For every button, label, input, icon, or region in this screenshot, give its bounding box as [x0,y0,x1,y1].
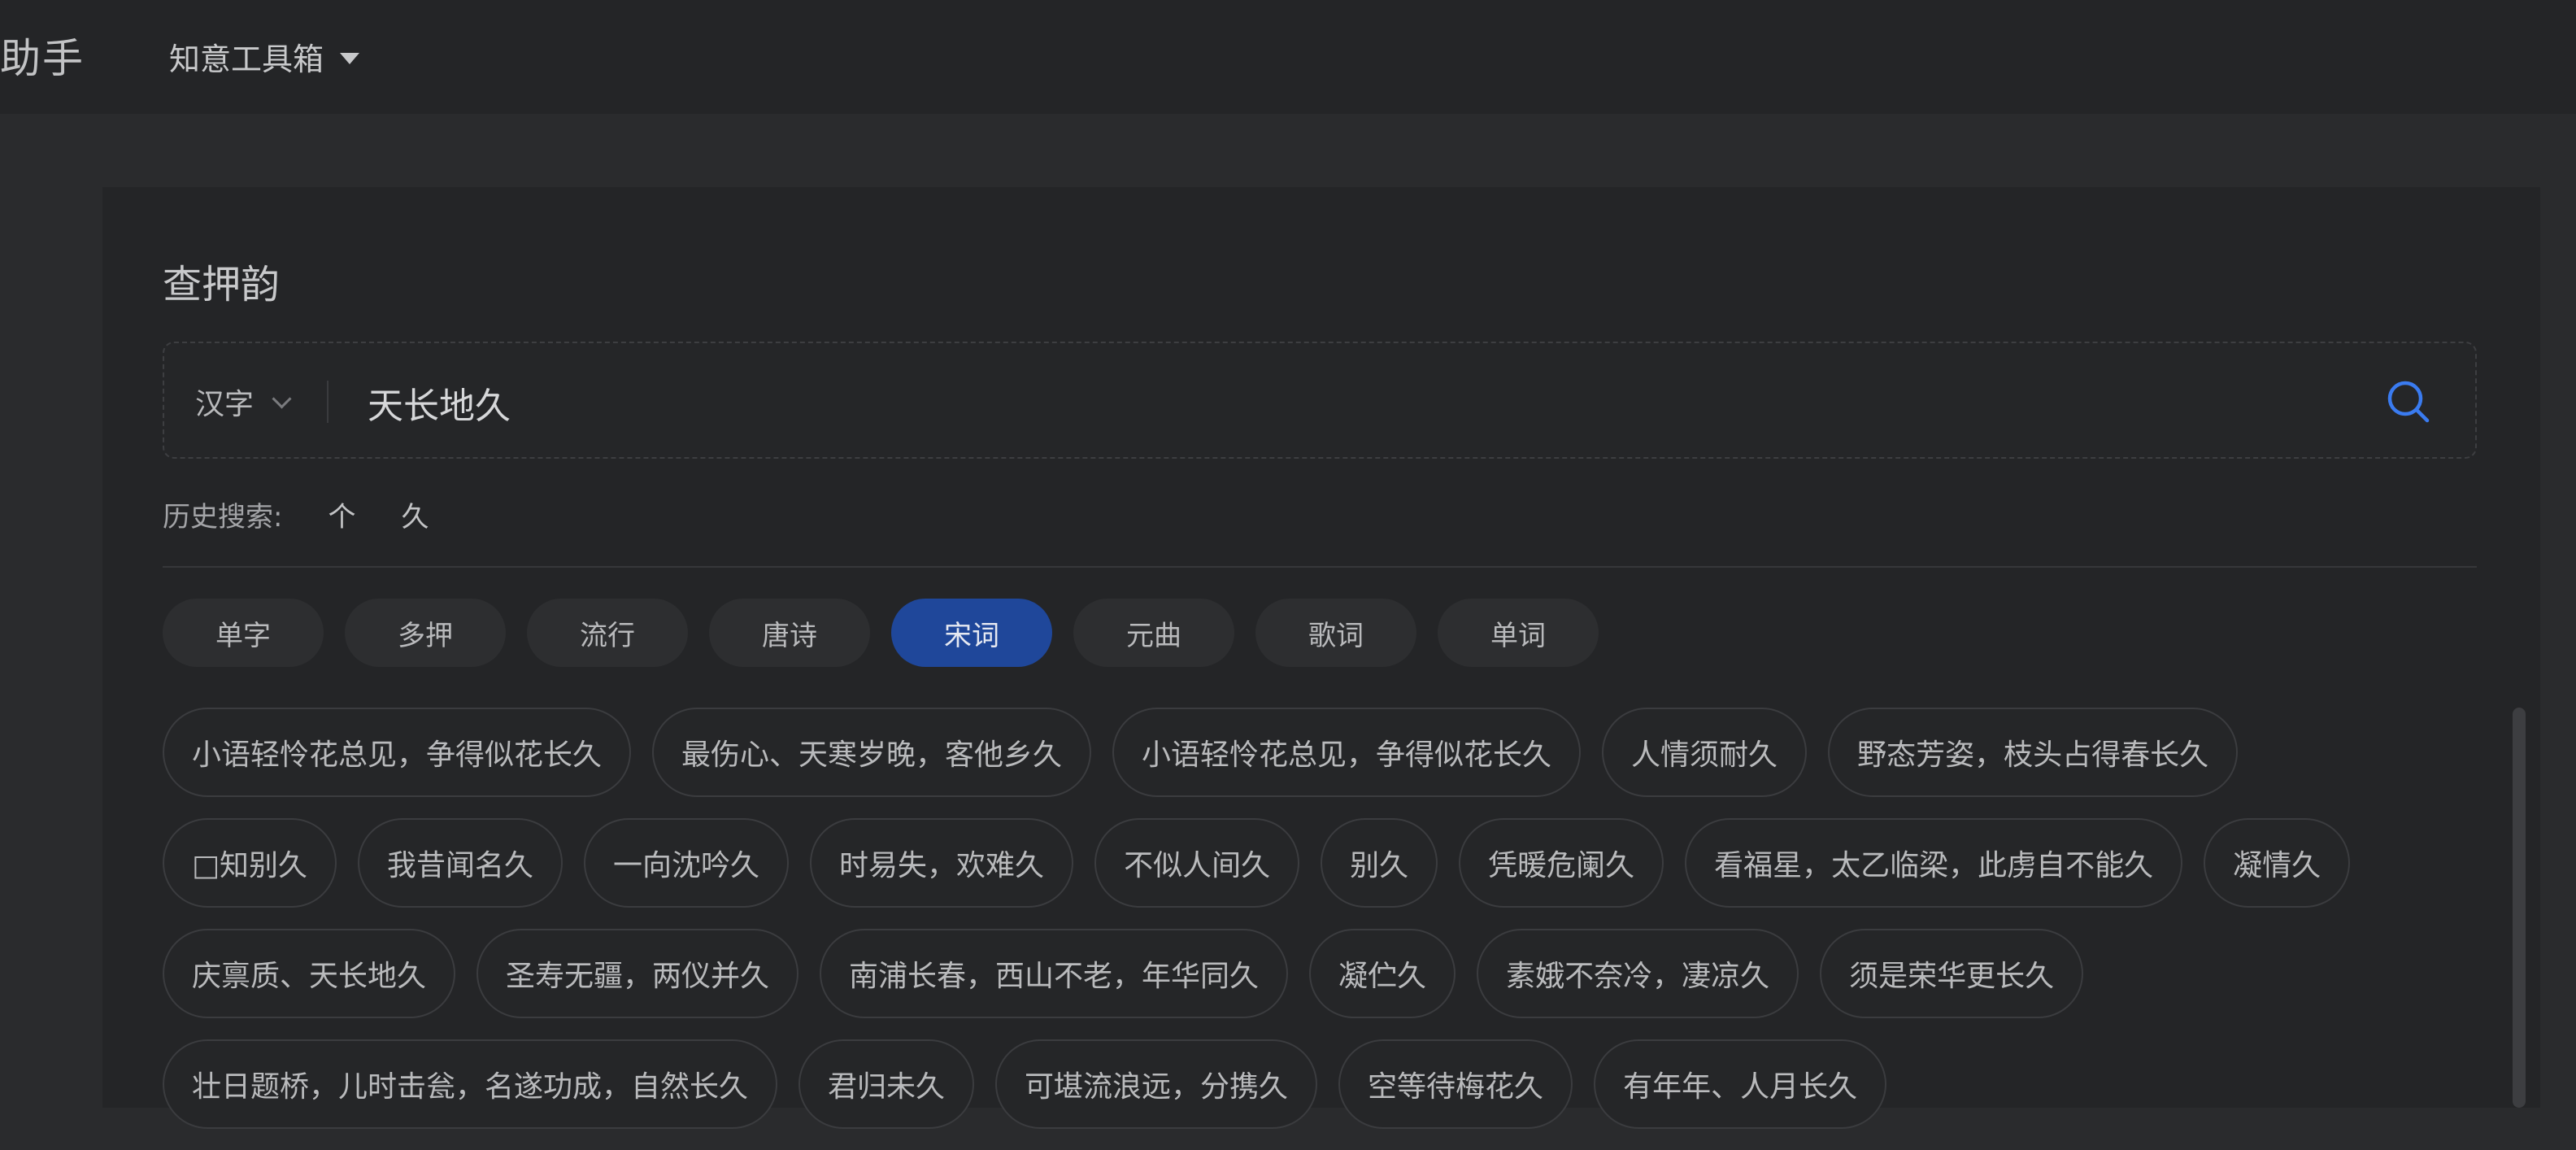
chevron-down-icon [272,388,292,409]
result-chip[interactable]: □知别久 [163,818,337,908]
result-chip[interactable]: 素娥不奈冷，凄凉久 [1477,929,1799,1018]
result-chip[interactable]: 可堪流浪远，分携久 [995,1039,1318,1129]
search-box: 汉字 [163,342,2477,459]
result-chip[interactable]: 凝伫久 [1309,929,1456,1018]
result-chip[interactable]: 人情须耐久 [1602,708,1808,797]
result-chip[interactable]: 南浦长春，西山不老，年华同久 [820,929,1289,1018]
rhyme-panel: 查押韵 汉字 历史搜索: 个 久 单字 多押 流行 唐诗 宋词 元曲 歌词 单词 [102,187,2540,1129]
results-list: 小语轻怜花总见，争得似花长久 最伤心、天寒岁晚，客他乡久 小语轻怜花总见，争得似… [163,708,2439,1150]
results-row: 小语轻怜花总见，争得似花长久 最伤心、天寒岁晚，客他乡久 小语轻怜花总见，争得似… [163,708,2439,797]
result-chip[interactable]: 最伤心、天寒岁晚，客他乡久 [652,708,1092,797]
tab-tang-poetry[interactable]: 唐诗 [709,599,870,667]
results-row: □知别久 我昔闻名久 一向沈吟久 时易失，欢难久 不似人间久 别久 凭暖危阑久 … [163,818,2439,908]
search-input[interactable] [366,368,2321,438]
brand-title: 助手 [0,35,85,82]
tab-single-char[interactable]: 单字 [163,599,324,667]
result-chip[interactable]: 时易失，欢难久 [810,818,1074,908]
search-icon[interactable] [2386,379,2431,425]
toolbox-menu-label: 知意工具箱 [169,41,324,77]
tab-song-ci[interactable]: 宋词 [891,599,1052,667]
tab-words[interactable]: 单词 [1438,599,1599,667]
result-chip[interactable]: 有年年、人月长久 [1594,1039,1887,1129]
result-chip[interactable]: 我昔闻名久 [358,818,564,908]
result-chip[interactable]: 一向沈吟久 [584,818,790,908]
tab-popular[interactable]: 流行 [527,599,688,667]
tab-yuan-qu[interactable]: 元曲 [1073,599,1234,667]
tab-multi-rhyme[interactable]: 多押 [345,599,506,667]
history-item[interactable]: 个 [328,494,355,534]
result-chip[interactable]: 君归未久 [798,1039,975,1129]
page-title: 查押韵 [163,262,281,307]
category-tabs: 单字 多押 流行 唐诗 宋词 元曲 歌词 单词 [163,599,1620,667]
result-chip[interactable]: 不似人间久 [1094,818,1300,908]
result-chip[interactable]: 野态芳姿，枝头占得春长久 [1828,708,2239,797]
results-row: 庆禀质、天长地久 圣寿无疆，两仪并久 南浦长春，西山不老，年华同久 凝伫久 素娥… [163,929,2439,1018]
scrollbar[interactable] [2513,708,2526,1108]
search-history: 历史搜索: 个 久 [163,494,474,534]
top-bar: 助手 知意工具箱 [0,0,2576,114]
divider [163,566,2477,568]
result-chip[interactable]: 小语轻怜花总见，争得似花长久 [1112,708,1582,797]
result-chip[interactable]: 空等待梅花久 [1338,1039,1573,1129]
result-chip[interactable]: 别久 [1321,818,1438,908]
result-chip[interactable]: 壮日题桥，儿时击瓮，名遂功成，自然长久 [163,1039,778,1129]
type-select-label: 汉字 [195,388,255,421]
toolbox-menu[interactable]: 知意工具箱 [169,34,360,79]
history-label: 历史搜索: [163,501,283,534]
result-chip[interactable]: 凝情久 [2204,818,2351,908]
caret-down-icon [340,52,360,64]
result-chip[interactable]: 须是荣华更长久 [1820,929,2084,1018]
results-row: 壮日题桥，儿时击瓮，名遂功成，自然长久 君归未久 可堪流浪远，分携久 空等待梅花… [163,1039,2439,1129]
result-chip[interactable]: 圣寿无疆，两仪并久 [476,929,799,1018]
tab-lyrics[interactable]: 歌词 [1255,599,1416,667]
result-chip[interactable]: 小语轻怜花总见，争得似花长久 [163,708,632,797]
result-chip[interactable]: 看福星，太乙临梁，此虏自不能久 [1685,818,2183,908]
result-chip[interactable]: 庆禀质、天长地久 [163,929,456,1018]
type-select[interactable]: 汉字 [195,381,292,423]
result-chip[interactable]: 凭暖危阑久 [1459,818,1664,908]
divider [327,381,329,423]
history-item[interactable]: 久 [401,494,429,534]
